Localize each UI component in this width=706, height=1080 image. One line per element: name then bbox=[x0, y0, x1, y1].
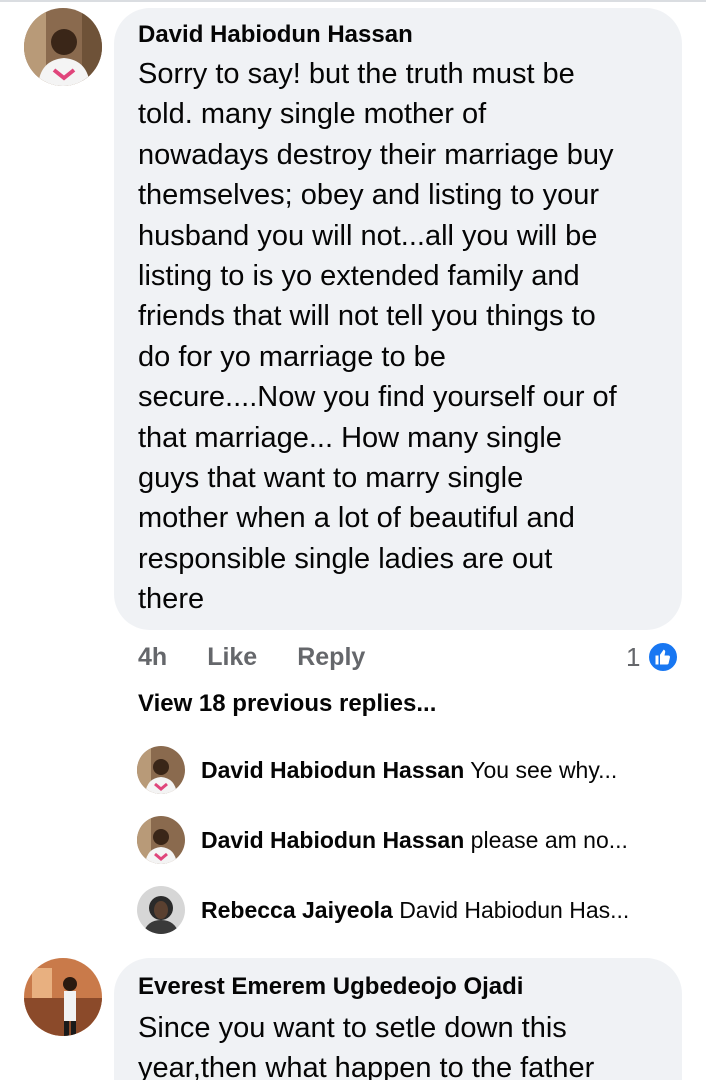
reply-author[interactable]: David Habiodun Hassan bbox=[201, 757, 464, 783]
comment-author[interactable]: David Habiodun Hassan bbox=[138, 20, 413, 50]
comment-bubble: Everest Emerem Ugbedeojo Ojadi Since you… bbox=[114, 958, 682, 1080]
comment-time[interactable]: 4h bbox=[138, 643, 167, 672]
thumbs-up-icon bbox=[646, 640, 681, 674]
comment-author[interactable]: Everest Emerem Ugbedeojo Ojadi bbox=[138, 972, 523, 1002]
reaction-summary[interactable]: 1 bbox=[626, 640, 681, 674]
like-button[interactable]: Like bbox=[207, 643, 257, 672]
avatar[interactable] bbox=[24, 958, 102, 1036]
avatar[interactable] bbox=[137, 886, 185, 934]
reply-snippet: David Habiodun Has... bbox=[399, 896, 630, 923]
reply-item[interactable]: David Habiodun Hassan You see why... bbox=[137, 746, 617, 794]
reply-author[interactable]: David Habiodun Hassan bbox=[201, 827, 464, 853]
comment-text: Since you want to setle down this year,t… bbox=[138, 1012, 595, 1080]
reply-snippet: please am no... bbox=[470, 826, 628, 853]
reaction-count: 1 bbox=[626, 641, 641, 672]
view-previous-replies-link[interactable]: View 18 previous replies... bbox=[138, 690, 436, 718]
reply-item[interactable]: David Habiodun Hassan please am no... bbox=[137, 816, 628, 864]
avatar[interactable] bbox=[24, 8, 102, 86]
comment-text: Sorry to say! but the truth must be told… bbox=[138, 58, 617, 616]
reply-content: David Habiodun Hassan please am no... bbox=[201, 827, 628, 854]
reply-snippet: You see why... bbox=[470, 756, 618, 783]
avatar[interactable] bbox=[137, 746, 185, 794]
reply-content: David Habiodun Hassan You see why... bbox=[201, 757, 617, 784]
reply-item[interactable]: Rebecca Jaiyeola David Habiodun Has... bbox=[137, 886, 629, 934]
avatar[interactable] bbox=[137, 816, 185, 864]
comment-bubble: David Habiodun Hassan Sorry to say! but … bbox=[114, 8, 682, 630]
comment-actions: 4h Like Reply bbox=[138, 640, 405, 674]
reply-author[interactable]: Rebecca Jaiyeola bbox=[201, 897, 393, 923]
top-divider bbox=[0, 0, 706, 2]
reply-button[interactable]: Reply bbox=[297, 643, 365, 672]
reply-content: Rebecca Jaiyeola David Habiodun Has... bbox=[201, 897, 629, 924]
